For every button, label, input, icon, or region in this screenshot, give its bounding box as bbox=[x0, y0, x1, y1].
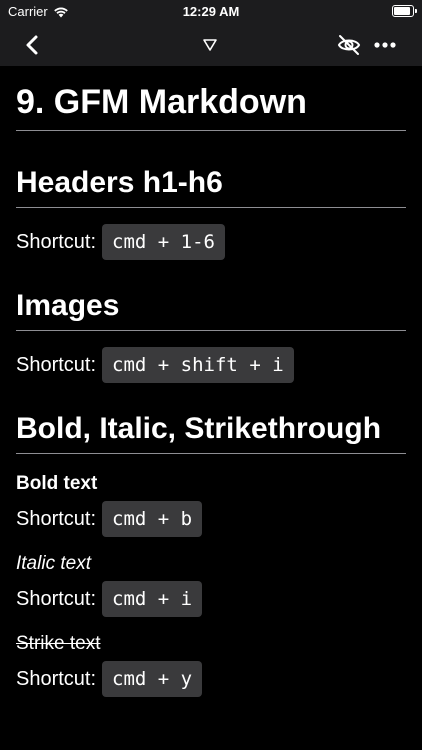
inline-code: cmd + i bbox=[102, 581, 203, 617]
shortcut-label: Shortcut: bbox=[16, 230, 97, 253]
status-time: 12:29 AM bbox=[182, 4, 240, 19]
shortcut-row: Shortcut: cmd + 1-6 bbox=[16, 224, 406, 260]
heading-images: Images bbox=[16, 286, 406, 331]
shortcut-label: Shortcut: bbox=[16, 353, 97, 376]
document-content: 9. GFM Markdown Headers h1-h6 Shortcut: … bbox=[0, 66, 422, 697]
page-title: 9. GFM Markdown bbox=[16, 66, 406, 131]
inline-code: cmd + b bbox=[102, 501, 203, 537]
triangle-down-icon[interactable] bbox=[201, 36, 219, 54]
shortcut-row: Shortcut: cmd + y bbox=[16, 661, 406, 697]
shortcut-row: Shortcut: cmd + shift + i bbox=[16, 347, 406, 383]
shortcut-row: Shortcut: cmd + i bbox=[16, 581, 406, 617]
inline-code: cmd + 1-6 bbox=[102, 224, 225, 260]
ellipsis-icon[interactable] bbox=[372, 32, 398, 58]
battery-icon bbox=[392, 4, 417, 20]
heading-bold-italic-strike: Bold, Italic, Strikethrough bbox=[16, 409, 406, 454]
strike-text: Strike text bbox=[16, 633, 101, 654]
bold-text: Bold text bbox=[16, 473, 98, 494]
nav-bar bbox=[0, 22, 422, 66]
italic-text: Italic text bbox=[16, 553, 91, 574]
shortcut-label: Shortcut: bbox=[16, 507, 97, 530]
status-bar: Carrier 12:29 AM bbox=[0, 0, 422, 22]
shortcut-label: Shortcut: bbox=[16, 587, 97, 610]
chevron-left-icon[interactable] bbox=[20, 32, 46, 58]
eye-slash-icon[interactable] bbox=[336, 32, 362, 58]
inline-code: cmd + shift + i bbox=[102, 347, 294, 383]
inline-code: cmd + y bbox=[102, 661, 203, 697]
shortcut-label: Shortcut: bbox=[16, 667, 97, 690]
heading-headers: Headers h1-h6 bbox=[16, 163, 406, 208]
shortcut-row: Shortcut: cmd + b bbox=[16, 501, 406, 537]
